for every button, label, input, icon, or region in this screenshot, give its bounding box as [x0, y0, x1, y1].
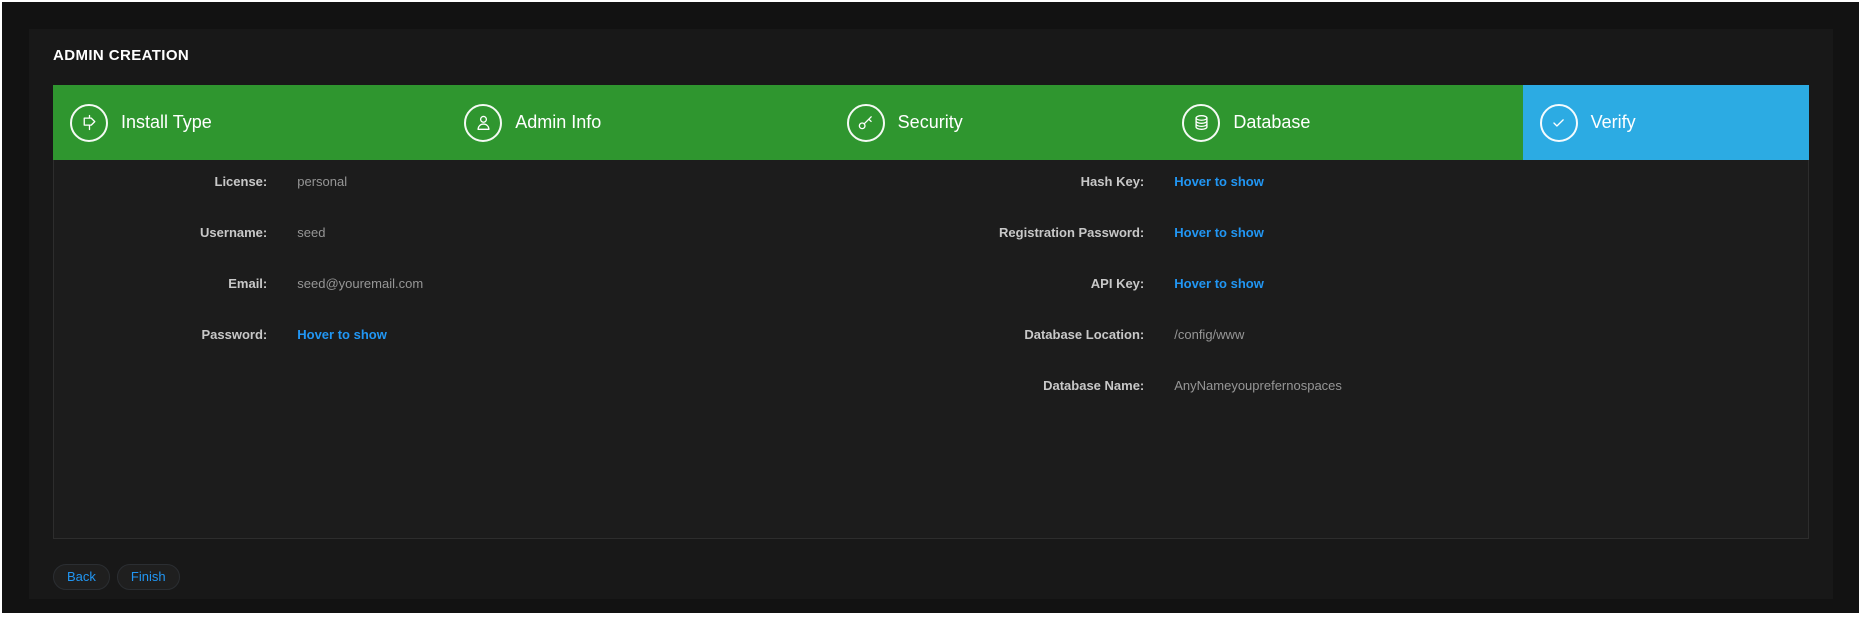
- summary-row: Hash Key:Hover to show: [931, 173, 1808, 190]
- step-label: Verify: [1591, 112, 1636, 133]
- verify-summary-panel: License:personal Username:seed Email:seed@…: [53, 160, 1809, 539]
- field-label: Email:: [54, 276, 273, 291]
- field-label: License:: [54, 174, 273, 189]
- page-title: ADMIN CREATION: [53, 47, 1809, 64]
- step-label: Admin Info: [515, 112, 601, 133]
- step-label: Database: [1233, 112, 1310, 133]
- hover-to-show-link[interactable]: Hover to show: [1150, 174, 1264, 189]
- field-value: AnyNameyouprefernospaces: [1150, 378, 1342, 393]
- field-value: /config/www: [1150, 327, 1244, 342]
- field-value: personal: [273, 174, 347, 189]
- summary-row: Database Location:/config/www: [931, 326, 1808, 343]
- wizard-step-bar: Install Type Admin Info Security Databas…: [53, 85, 1809, 160]
- field-label: Username:: [54, 225, 273, 240]
- step-database[interactable]: Database: [1165, 85, 1522, 160]
- field-value: seed@youremail.com: [273, 276, 423, 291]
- step-verify[interactable]: Verify: [1523, 85, 1809, 160]
- finish-button[interactable]: Finish: [117, 564, 180, 590]
- summary-right-column: Hash Key:Hover to showRegistration Passw…: [931, 160, 1808, 538]
- key-icon: [847, 104, 885, 142]
- hover-to-show-link[interactable]: Hover to show: [1150, 276, 1264, 291]
- summary-row: Email:seed@youremail.com: [54, 275, 931, 292]
- hover-to-show-link[interactable]: Hover to show: [273, 327, 387, 342]
- field-label: Password:: [54, 327, 273, 342]
- summary-left-column: License:personal Username:seed Email:seed@…: [54, 160, 931, 538]
- user-icon: [464, 104, 502, 142]
- step-label: Install Type: [121, 112, 212, 133]
- step-security[interactable]: Security: [830, 85, 1166, 160]
- field-label: Database Name:: [931, 378, 1150, 393]
- field-label: Hash Key:: [931, 174, 1150, 189]
- summary-row: Username:seed: [54, 224, 931, 241]
- hover-to-show-link[interactable]: Hover to show: [1150, 225, 1264, 240]
- admin-creation-card: ADMIN CREATION Install Type Admin Info S…: [29, 29, 1833, 599]
- summary-row: API Key:Hover to show: [931, 275, 1808, 292]
- step-label: Security: [898, 112, 963, 133]
- summary-row: Registration Password:Hover to show: [931, 224, 1808, 241]
- database-icon: [1182, 104, 1220, 142]
- app-window: ADMIN CREATION Install Type Admin Info S…: [2, 2, 1859, 613]
- field-value: seed: [273, 225, 325, 240]
- step-install-type[interactable]: Install Type: [53, 85, 447, 160]
- field-label: Database Location:: [931, 327, 1150, 342]
- summary-row: License:personal: [54, 173, 931, 190]
- step-admin-info[interactable]: Admin Info: [447, 85, 829, 160]
- signpost-icon: [70, 104, 108, 142]
- check-icon: [1540, 104, 1578, 142]
- wizard-actions: Back Finish: [53, 564, 1809, 590]
- summary-row: Database Name:AnyNameyouprefernospaces: [931, 377, 1808, 394]
- summary-row: Password:Hover to show: [54, 326, 931, 343]
- back-button[interactable]: Back: [53, 564, 110, 590]
- field-label: Registration Password:: [931, 225, 1150, 240]
- field-label: API Key:: [931, 276, 1150, 291]
